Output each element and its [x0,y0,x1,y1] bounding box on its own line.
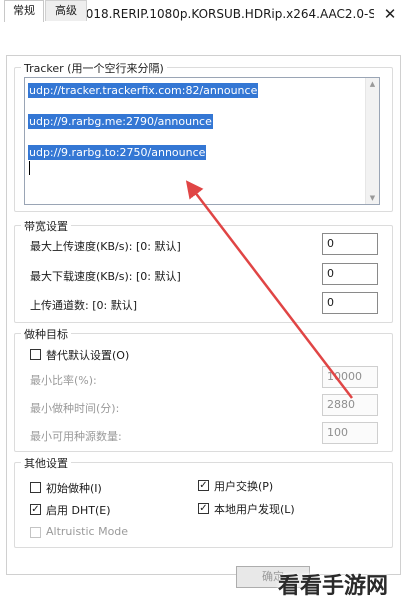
min-ratio-input[interactable]: 10000 [322,366,378,388]
min-ratio-label: 最小比率(%): [30,374,97,387]
min-sources-label: 最小可用种源数量: [30,430,122,443]
tab-general[interactable]: 常规 [4,0,44,22]
scroll-down-icon[interactable]: ▼ [366,194,379,202]
upload-slots-label: 上传通道数: [0: 默认] [30,299,137,312]
close-icon[interactable]: ✕ [379,4,401,26]
override-defaults-label[interactable]: 替代默认设置(O) [46,347,129,363]
max-upload-label: 最大上传速度(KB/s): [0: 默认] [30,240,181,253]
tracker-line: udp://9.rarbg.me:2790/announce [28,114,213,129]
peer-exchange-checkbox[interactable]: ✓ [198,480,209,491]
min-sources-input[interactable]: 100 [322,422,378,444]
watermark: 看看手游网 [278,574,389,599]
min-seed-time-input[interactable]: 2880 [322,394,378,416]
max-download-label: 最大下载速度(KB/s): [0: 默认] [30,270,181,283]
override-defaults-checkbox[interactable] [30,349,41,360]
min-seed-time-label: 最小做种时间(分): [30,402,120,415]
tracker-textarea[interactable]: udp://tracker.trackerfix.com:82/announce… [24,77,380,205]
altruistic-mode-label[interactable]: Altruistic Mode [46,525,128,538]
check-icon: ✓ [199,480,208,491]
enable-dht-label[interactable]: 启用 DHT(E) [46,502,111,518]
tracker-scrollbar[interactable]: ▲ ▼ [365,78,379,204]
tracker-line: udp://9.rarbg.to:2750/announce [28,145,207,160]
text-caret [29,161,30,175]
local-peer-discovery-checkbox[interactable]: ✓ [198,503,209,514]
tracker-group-title: Tracker (用一个空行来分隔) [21,60,167,76]
max-upload-input[interactable]: 0 [322,233,378,255]
max-download-input[interactable]: 0 [322,263,378,285]
initial-seeding-label[interactable]: 初始做种(I) [46,480,102,496]
initial-seeding-checkbox[interactable] [30,482,41,493]
local-peer-discovery-label[interactable]: 本地用户发现(L) [214,501,295,517]
bandwidth-group-title: 带宽设置 [21,218,71,234]
seeding-group-title: 做种目标 [21,326,71,342]
tab-advanced[interactable]: 高级 [45,0,87,21]
upload-slots-input[interactable]: 0 [322,292,378,314]
altruistic-mode-checkbox[interactable] [30,527,41,538]
scroll-up-icon[interactable]: ▲ [366,80,379,88]
check-icon: ✓ [31,504,40,515]
enable-dht-checkbox[interactable]: ✓ [30,504,41,515]
tracker-line: udp://tracker.trackerfix.com:82/announce [28,83,259,98]
other-settings-group-title: 其他设置 [21,455,71,471]
peer-exchange-label[interactable]: 用户交换(P) [214,478,273,494]
check-icon: ✓ [199,503,208,514]
